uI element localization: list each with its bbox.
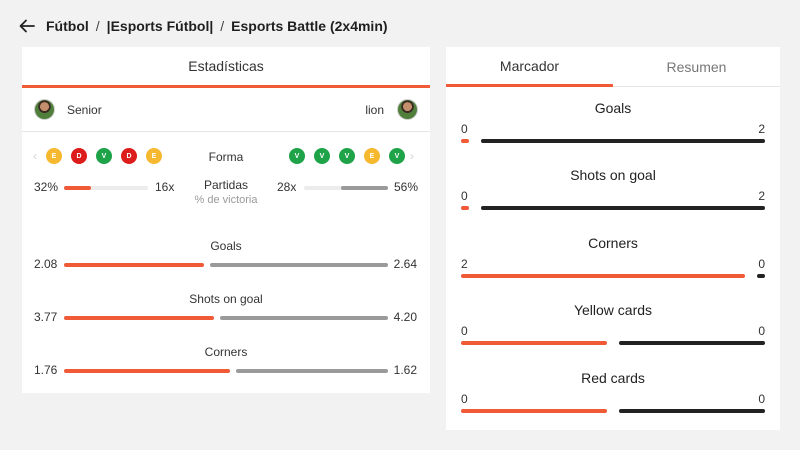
score-row-red-cards: Red cards 0 0 — [446, 370, 780, 430]
home-stat-bar — [64, 369, 230, 373]
breadcrumb-item-tournament: Esports Battle (2x4min) — [231, 18, 388, 34]
away-score-bar — [757, 274, 765, 278]
stat-title: Shots on goal — [189, 292, 263, 306]
away-score-bar — [481, 139, 765, 143]
home-stat-value: 2.08 — [34, 257, 58, 271]
score-row-corners: Corners 2 0 — [446, 235, 780, 295]
away-form-badge: E — [364, 148, 380, 164]
matches-row: 32% 16x Partidas % de victoria 28x 56% — [22, 176, 430, 216]
away-win-pct: 56% — [394, 180, 419, 194]
score-card: Marcador Resumen Goals 0 2 Shots on goal… — [446, 47, 780, 430]
home-stat-bar — [64, 263, 205, 267]
away-stat-bar — [220, 316, 388, 320]
away-form-badge: V — [314, 148, 330, 164]
away-stat-bar — [235, 369, 388, 373]
stat-title: Goals — [210, 239, 242, 253]
away-score-value: 0 — [758, 257, 765, 271]
away-score-value: 2 — [758, 122, 765, 136]
away-score-bar — [619, 341, 765, 345]
away-avatar — [397, 99, 418, 120]
win-pct-sublabel: % de victoria — [194, 194, 258, 206]
score-title: Red cards — [581, 370, 645, 386]
score-row-yellow-cards: Yellow cards 0 0 — [446, 302, 780, 362]
away-stat-value: 2.64 — [393, 257, 417, 271]
away-score-value: 0 — [758, 324, 765, 338]
away-form-badge: V — [339, 148, 355, 164]
home-score-bar — [461, 274, 745, 278]
tab-resumen[interactable]: Resumen — [613, 47, 780, 87]
away-score-value: 0 — [758, 392, 765, 406]
away-win-fill — [340, 186, 388, 190]
stat-row-goals: Goals 2.08 2.64 — [22, 239, 430, 275]
score-title: Goals — [594, 100, 632, 116]
home-score-value: 2 — [461, 257, 468, 271]
home-score-value: 0 — [461, 189, 468, 203]
breadcrumb: Fútbol / |Esports Fútbol| / Esports Batt… — [18, 14, 388, 38]
stat-row-corners: Corners 1.76 1.62 — [22, 345, 430, 381]
away-stat-bar — [210, 263, 388, 267]
home-score-bar — [461, 409, 607, 413]
players-row: Senior lion — [22, 88, 430, 132]
home-score-bar — [461, 206, 469, 210]
home-score-value: 0 — [461, 392, 468, 406]
away-stat-value: 4.20 — [393, 310, 417, 324]
chevron-right-icon: › — [410, 149, 414, 163]
home-score-bar — [461, 341, 607, 345]
home-score-value: 0 — [461, 324, 468, 338]
away-stat-value: 1.62 — [393, 363, 417, 377]
stats-card: Estadísticas Senior lion ‹ E D V D E For… — [22, 47, 430, 393]
score-row-goals: Goals 0 2 — [446, 100, 780, 160]
home-stat-bar — [64, 316, 215, 320]
breadcrumb-item-football[interactable]: Fútbol — [46, 18, 89, 34]
home-score-bar — [461, 139, 469, 143]
home-stat-value: 1.76 — [34, 363, 58, 377]
tab-marcador[interactable]: Marcador — [446, 47, 613, 87]
back-arrow-icon[interactable] — [18, 17, 36, 35]
score-title: Shots on goal — [570, 167, 656, 183]
breadcrumb-separator: / — [220, 18, 225, 34]
score-title: Yellow cards — [573, 302, 653, 318]
home-stat-value: 3.77 — [34, 310, 58, 324]
away-match-count: 28x — [277, 180, 297, 194]
away-score-bar — [619, 409, 765, 413]
score-tabs: Marcador Resumen — [446, 47, 780, 87]
away-score-value: 2 — [758, 189, 765, 203]
stats-card-title: Estadísticas — [22, 47, 430, 88]
stat-title: Corners — [204, 345, 248, 359]
away-form-badge: V — [289, 148, 305, 164]
breadcrumb-separator: / — [95, 18, 100, 34]
breadcrumb-item-esports[interactable]: |Esports Fútbol| — [107, 18, 214, 34]
away-win-track — [304, 186, 388, 190]
away-form-badge: V — [389, 148, 405, 164]
score-title: Corners — [588, 235, 638, 251]
home-avatar — [34, 99, 55, 120]
away-score-bar — [481, 206, 765, 210]
stat-row-shots-on-goal: Shots on goal 3.77 4.20 — [22, 292, 430, 328]
score-row-shots-on-goal: Shots on goal 0 2 — [446, 167, 780, 227]
home-score-value: 0 — [461, 122, 468, 136]
away-player-name[interactable]: lion — [365, 103, 384, 117]
home-player-name[interactable]: Senior — [67, 103, 102, 117]
